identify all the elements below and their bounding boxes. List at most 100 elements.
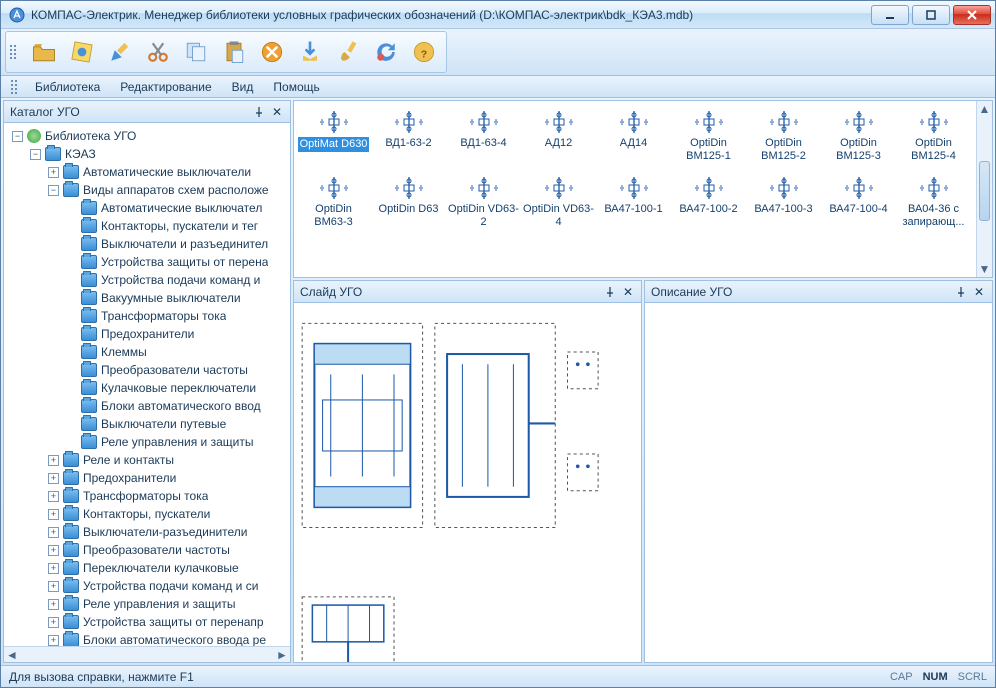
close-panel-icon[interactable]: ✕: [972, 285, 986, 299]
tree-item[interactable]: Трансформаторы тока: [64, 307, 288, 325]
tree-item[interactable]: Предохранители: [64, 325, 288, 343]
scroll-right-icon[interactable]: ►: [274, 647, 290, 662]
symbol-label: ВА47-100-3: [754, 203, 812, 216]
minimize-button[interactable]: [871, 5, 909, 25]
toolbar-handle[interactable]: [10, 45, 16, 59]
symbol-cell[interactable]: АД12: [521, 107, 596, 163]
close-panel-icon[interactable]: ✕: [270, 105, 284, 119]
menubar-handle[interactable]: [11, 80, 17, 94]
maximize-button[interactable]: [912, 5, 950, 25]
symbol-icon: [389, 173, 429, 203]
tree-brand[interactable]: −КЭАЗ: [28, 145, 288, 163]
symbol-cell[interactable]: OptiMat D630: [296, 107, 371, 163]
symbol-icon: [614, 173, 654, 203]
scroll-down-icon[interactable]: ▼: [977, 261, 992, 277]
symbol-cell[interactable]: ВД1-63-4: [446, 107, 521, 163]
tree-item[interactable]: +Реле управления и защиты: [46, 595, 288, 613]
close-button[interactable]: [953, 5, 991, 25]
tree-item[interactable]: Преобразователи частоты: [64, 361, 288, 379]
symbol-cell[interactable]: OptiDin BM125-1: [671, 107, 746, 163]
symbol-cell[interactable]: АД14: [596, 107, 671, 163]
cut-button[interactable]: [140, 34, 176, 70]
tree-item[interactable]: Кулачковые переключатели: [64, 379, 288, 397]
tree-hscroll[interactable]: ◄ ►: [4, 646, 290, 662]
tree-item[interactable]: +Переключатели кулачковые: [46, 559, 288, 577]
tree-item[interactable]: +Трансформаторы тока: [46, 487, 288, 505]
copy-button[interactable]: [178, 34, 214, 70]
symbol-cell[interactable]: ВА47-100-2: [671, 173, 746, 229]
symbol-cell[interactable]: OptiDin VD63-4: [521, 173, 596, 229]
symbol-icon: [839, 107, 879, 137]
symbol-cell[interactable]: ВА47-100-4: [821, 173, 896, 229]
symbol-label: ВА47-100-1: [604, 203, 662, 216]
symbol-cell[interactable]: ВД1-63-2: [371, 107, 446, 163]
tree-item[interactable]: +Устройства защиты от перенапр: [46, 613, 288, 631]
pin-icon[interactable]: [954, 285, 968, 299]
close-panel-icon[interactable]: ✕: [621, 285, 635, 299]
symbol-icon: [539, 107, 579, 137]
symbol-icon: [689, 107, 729, 137]
tree-item[interactable]: +Предохранители: [46, 469, 288, 487]
symbol-cell[interactable]: OptiDin BM125-4: [896, 107, 971, 163]
help-button[interactable]: ?: [406, 34, 442, 70]
app-window: КОМПАС-Электрик. Менеджер библиотеки усл…: [0, 0, 996, 688]
open-folder-button[interactable]: [26, 34, 62, 70]
tree-item[interactable]: Выключатели и разъединител: [64, 235, 288, 253]
symbol-label: OptiMat D630: [298, 137, 370, 152]
delete-button[interactable]: [254, 34, 290, 70]
main-area: Каталог УГО ✕ −Библиотека УГО −КЭАЗ +Авт…: [1, 98, 995, 665]
symbol-cell[interactable]: OptiDin BM63-3: [296, 173, 371, 229]
symbol-grid-panel: OptiMat D630ВД1-63-2ВД1-63-4АД12АД14Opti…: [293, 100, 993, 278]
status-hint: Для вызова справки, нажмите F1: [9, 670, 194, 684]
menu-view[interactable]: Вид: [222, 78, 264, 96]
tree-item[interactable]: Устройства защиты от перена: [64, 253, 288, 271]
menu-help[interactable]: Помощь: [263, 78, 329, 96]
tree-item[interactable]: Реле управления и защиты: [64, 433, 288, 451]
symbol-label: ВА47-100-2: [679, 203, 737, 216]
tree-item[interactable]: Контакторы, пускатели и тег: [64, 217, 288, 235]
tree-root[interactable]: −Библиотека УГО: [10, 127, 288, 145]
open-catalog-button[interactable]: [64, 34, 100, 70]
tree-item[interactable]: +Выключатели-разъединители: [46, 523, 288, 541]
tree-item[interactable]: +Преобразователи частоты: [46, 541, 288, 559]
tree-item[interactable]: +Реле и контакты: [46, 451, 288, 469]
tree-item[interactable]: +Автоматические выключатели: [46, 163, 288, 181]
tree-item[interactable]: Блоки автоматического ввод: [64, 397, 288, 415]
menu-library[interactable]: Библиотека: [25, 78, 110, 96]
pin-icon[interactable]: [603, 285, 617, 299]
tree-item[interactable]: +Контакторы, пускатели: [46, 505, 288, 523]
scroll-up-icon[interactable]: ▲: [977, 101, 992, 117]
symbol-cell[interactable]: OptiDin VD63-2: [446, 173, 521, 229]
menu-edit[interactable]: Редактирование: [110, 78, 221, 96]
pin-icon[interactable]: [252, 105, 266, 119]
symbol-cell[interactable]: ВА04-36 с запирающ...: [896, 173, 971, 229]
symbol-cell[interactable]: ВА47-100-3: [746, 173, 821, 229]
tree-item[interactable]: Вакуумные выключатели: [64, 289, 288, 307]
tree-item[interactable]: +Блоки автоматического ввода ре: [46, 631, 288, 646]
symbol-label: OptiDin BM125-1: [673, 137, 745, 163]
edit-button[interactable]: [102, 34, 138, 70]
tree-item[interactable]: Выключатели путевые: [64, 415, 288, 433]
tree-item[interactable]: Устройства подачи команд и: [64, 271, 288, 289]
symbol-cell[interactable]: ВА47-100-1: [596, 173, 671, 229]
symbol-icon: [389, 107, 429, 137]
tree-item[interactable]: −Виды аппаратов схем расположе: [46, 181, 288, 199]
scroll-thumb[interactable]: [979, 161, 990, 221]
tree-item[interactable]: +Устройства подачи команд и си: [46, 577, 288, 595]
tree-item[interactable]: Клеммы: [64, 343, 288, 361]
symbol-cell[interactable]: OptiDin BM125-3: [821, 107, 896, 163]
symbol-icon: [839, 173, 879, 203]
tree-item[interactable]: Автоматические выключател: [64, 199, 288, 217]
grid-vscroll[interactable]: ▲ ▼: [976, 101, 992, 277]
catalog-tree[interactable]: −Библиотека УГО −КЭАЗ +Автоматические вы…: [4, 123, 290, 646]
symbol-grid[interactable]: OptiMat D630ВД1-63-2ВД1-63-4АД12АД14Opti…: [294, 101, 976, 277]
symbol-cell[interactable]: OptiDin D63: [371, 173, 446, 229]
symbol-icon: [914, 173, 954, 203]
paste-button[interactable]: [216, 34, 252, 70]
toolbar-area: ?: [1, 29, 995, 76]
brush-button[interactable]: [330, 34, 366, 70]
symbol-cell[interactable]: OptiDin BM125-2: [746, 107, 821, 163]
scroll-left-icon[interactable]: ◄: [4, 647, 20, 662]
refresh-button[interactable]: [368, 34, 404, 70]
export-button[interactable]: [292, 34, 328, 70]
